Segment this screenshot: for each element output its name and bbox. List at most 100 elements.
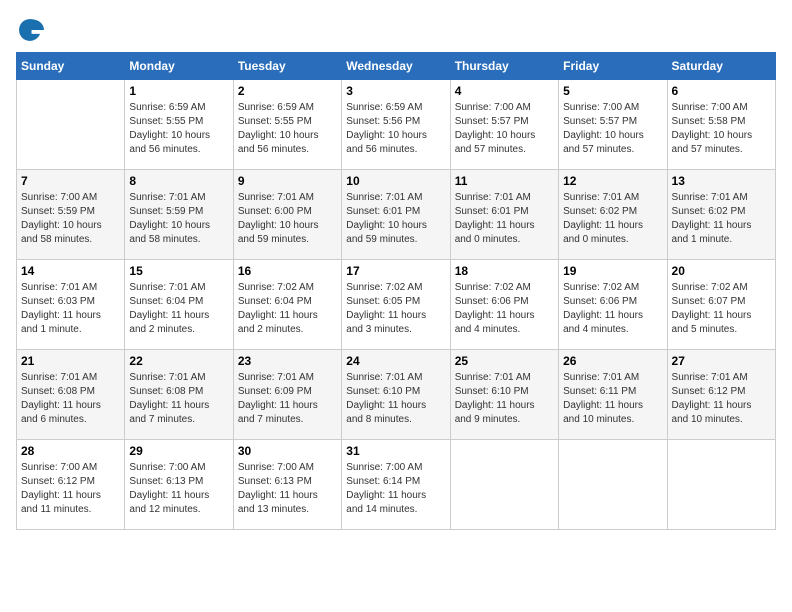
calendar-cell: 16Sunrise: 7:02 AMSunset: 6:04 PMDayligh… — [233, 260, 341, 350]
calendar-cell: 8 Sunrise: 7:01 AMSunset: 5:59 PMDaylight… — [125, 170, 233, 260]
day-number: 15 — [129, 264, 228, 278]
day-info: Sunrise: 7:00 AMSunset: 6:12 PMDaylight:… — [21, 461, 120, 517]
day-info: Sunrise: 7:02 AMSunset: 6:05 PMDaylight:… — [346, 281, 445, 337]
calendar-cell: 14 Sunrise: 7:01 AMSunset: 6:03 PMDayligh… — [17, 260, 125, 350]
day-number: 11 — [455, 174, 554, 188]
day-number: 2 — [238, 84, 337, 98]
day-number: 8 — [129, 174, 228, 188]
day-info: Sunrise: 6:59 AMSunset: 5:55 PMDaylight:… — [238, 101, 337, 157]
day-info: Sunrise: 7:01 AMSunset: 6:02 PMDaylight:… — [672, 191, 771, 247]
calendar-cell: 12 Sunrise: 7:01 AMSunset: 6:02 PMDayligh… — [559, 170, 667, 260]
day-info: Sunrise: 7:00 AMSunset: 5:59 PMDaylight:… — [21, 191, 120, 247]
day-info: Sunrise: 7:01 AMSunset: 6:12 PMDaylight:… — [672, 371, 771, 427]
day-number: 31 — [346, 444, 445, 458]
day-info: Sunrise: 7:00 AMSunset: 5:58 PMDaylight:… — [672, 101, 771, 157]
day-info: Sunrise: 7:01 AMSunset: 5:59 PMDaylight:… — [129, 191, 228, 247]
day-of-week-header: Sunday — [17, 53, 125, 80]
day-info: Sunrise: 7:01 AMSunset: 6:10 PMDaylight:… — [455, 371, 554, 427]
day-number: 28 — [21, 444, 120, 458]
day-info: Sunrise: 7:01 AMSunset: 6:08 PMDaylight:… — [129, 371, 228, 427]
day-number: 18 — [455, 264, 554, 278]
day-number: 9 — [238, 174, 337, 188]
day-info: Sunrise: 7:01 AMSunset: 6:08 PMDaylight:… — [21, 371, 120, 427]
day-number: 19 — [563, 264, 662, 278]
day-of-week-header: Tuesday — [233, 53, 341, 80]
calendar-cell: 11 Sunrise: 7:01 AMSunset: 6:01 PMDayligh… — [450, 170, 558, 260]
calendar-cell: 9 Sunrise: 7:01 AMSunset: 6:00 PMDaylight… — [233, 170, 341, 260]
calendar-cell: 21 Sunrise: 7:01 AMSunset: 6:08 PMDayligh… — [17, 350, 125, 440]
calendar-cell: 29 Sunrise: 7:00 AMSunset: 6:13 PMDayligh… — [125, 440, 233, 530]
day-info: Sunrise: 7:02 AMSunset: 6:07 PMDaylight:… — [672, 281, 771, 337]
calendar-cell: 5Sunrise: 7:00 AMSunset: 5:57 PMDaylight… — [559, 80, 667, 170]
calendar-cell: 31 Sunrise: 7:00 AMSunset: 6:14 PMDayligh… — [342, 440, 450, 530]
calendar-cell: 7 Sunrise: 7:00 AMSunset: 5:59 PMDaylight… — [17, 170, 125, 260]
day-info: Sunrise: 7:00 AMSunset: 6:13 PMDaylight:… — [238, 461, 337, 517]
logo-icon — [16, 16, 44, 44]
calendar-cell — [667, 440, 775, 530]
calendar-cell: 18 Sunrise: 7:02 AMSunset: 6:06 PMDayligh… — [450, 260, 558, 350]
day-info: Sunrise: 7:01 AMSunset: 6:01 PMDaylight:… — [455, 191, 554, 247]
day-info: Sunrise: 6:59 AMSunset: 5:55 PMDaylight:… — [129, 101, 228, 157]
day-of-week-header: Monday — [125, 53, 233, 80]
day-info: Sunrise: 7:01 AMSunset: 6:11 PMDaylight:… — [563, 371, 662, 427]
day-info: Sunrise: 7:01 AMSunset: 6:03 PMDaylight:… — [21, 281, 120, 337]
day-number: 22 — [129, 354, 228, 368]
calendar-week-row: 21 Sunrise: 7:01 AMSunset: 6:08 PMDayligh… — [17, 350, 776, 440]
day-info: Sunrise: 7:01 AMSunset: 6:02 PMDaylight:… — [563, 191, 662, 247]
day-info: Sunrise: 7:00 AMSunset: 5:57 PMDaylight:… — [563, 101, 662, 157]
day-info: Sunrise: 7:01 AMSunset: 6:01 PMDaylight:… — [346, 191, 445, 247]
day-number: 4 — [455, 84, 554, 98]
calendar-cell: 23Sunrise: 7:01 AMSunset: 6:09 PMDayligh… — [233, 350, 341, 440]
day-info: Sunrise: 7:01 AMSunset: 6:10 PMDaylight:… — [346, 371, 445, 427]
day-of-week-header: Friday — [559, 53, 667, 80]
calendar-cell: 28 Sunrise: 7:00 AMSunset: 6:12 PMDayligh… — [17, 440, 125, 530]
calendar-week-row: 14 Sunrise: 7:01 AMSunset: 6:03 PMDayligh… — [17, 260, 776, 350]
day-info: Sunrise: 6:59 AMSunset: 5:56 PMDaylight:… — [346, 101, 445, 157]
day-info: Sunrise: 7:02 AMSunset: 6:06 PMDaylight:… — [455, 281, 554, 337]
day-number: 29 — [129, 444, 228, 458]
calendar-cell: 30Sunrise: 7:00 AMSunset: 6:13 PMDayligh… — [233, 440, 341, 530]
day-info: Sunrise: 7:00 AMSunset: 6:13 PMDaylight:… — [129, 461, 228, 517]
day-number: 14 — [21, 264, 120, 278]
calendar-cell: 4 Sunrise: 7:00 AMSunset: 5:57 PMDaylight… — [450, 80, 558, 170]
page-header — [16, 16, 776, 44]
calendar-cell: 3 Sunrise: 6:59 AMSunset: 5:56 PMDaylight… — [342, 80, 450, 170]
calendar-cell: 13 Sunrise: 7:01 AMSunset: 6:02 PMDayligh… — [667, 170, 775, 260]
calendar-cell: 22 Sunrise: 7:01 AMSunset: 6:08 PMDayligh… — [125, 350, 233, 440]
day-number: 10 — [346, 174, 445, 188]
calendar-cell — [450, 440, 558, 530]
day-of-week-header: Saturday — [667, 53, 775, 80]
calendar-week-row: 1Sunrise: 6:59 AMSunset: 5:55 PMDaylight… — [17, 80, 776, 170]
calendar-cell — [559, 440, 667, 530]
calendar-cell: 20 Sunrise: 7:02 AMSunset: 6:07 PMDayligh… — [667, 260, 775, 350]
day-of-week-header: Wednesday — [342, 53, 450, 80]
calendar-cell: 6Sunrise: 7:00 AMSunset: 5:58 PMDaylight… — [667, 80, 775, 170]
logo — [16, 16, 48, 44]
calendar-cell: 2 Sunrise: 6:59 AMSunset: 5:55 PMDaylight… — [233, 80, 341, 170]
day-number: 16 — [238, 264, 337, 278]
day-info: Sunrise: 7:00 AMSunset: 5:57 PMDaylight:… — [455, 101, 554, 157]
day-number: 13 — [672, 174, 771, 188]
day-info: Sunrise: 7:02 AMSunset: 6:06 PMDaylight:… — [563, 281, 662, 337]
day-number: 12 — [563, 174, 662, 188]
day-number: 20 — [672, 264, 771, 278]
day-number: 17 — [346, 264, 445, 278]
calendar-cell — [17, 80, 125, 170]
day-info: Sunrise: 7:00 AMSunset: 6:14 PMDaylight:… — [346, 461, 445, 517]
calendar-cell: 24Sunrise: 7:01 AMSunset: 6:10 PMDayligh… — [342, 350, 450, 440]
calendar-cell: 10 Sunrise: 7:01 AMSunset: 6:01 PMDayligh… — [342, 170, 450, 260]
calendar-cell: 17 Sunrise: 7:02 AMSunset: 6:05 PMDayligh… — [342, 260, 450, 350]
day-number: 3 — [346, 84, 445, 98]
day-info: Sunrise: 7:01 AMSunset: 6:00 PMDaylight:… — [238, 191, 337, 247]
day-of-week-header: Thursday — [450, 53, 558, 80]
calendar-week-row: 7 Sunrise: 7:00 AMSunset: 5:59 PMDaylight… — [17, 170, 776, 260]
day-info: Sunrise: 7:01 AMSunset: 6:04 PMDaylight:… — [129, 281, 228, 337]
day-number: 25 — [455, 354, 554, 368]
calendar-cell: 15 Sunrise: 7:01 AMSunset: 6:04 PMDayligh… — [125, 260, 233, 350]
calendar-cell: 27Sunrise: 7:01 AMSunset: 6:12 PMDayligh… — [667, 350, 775, 440]
calendar-cell: 25 Sunrise: 7:01 AMSunset: 6:10 PMDayligh… — [450, 350, 558, 440]
calendar-week-row: 28 Sunrise: 7:00 AMSunset: 6:12 PMDayligh… — [17, 440, 776, 530]
day-number: 21 — [21, 354, 120, 368]
day-number: 7 — [21, 174, 120, 188]
calendar-cell: 1Sunrise: 6:59 AMSunset: 5:55 PMDaylight… — [125, 80, 233, 170]
